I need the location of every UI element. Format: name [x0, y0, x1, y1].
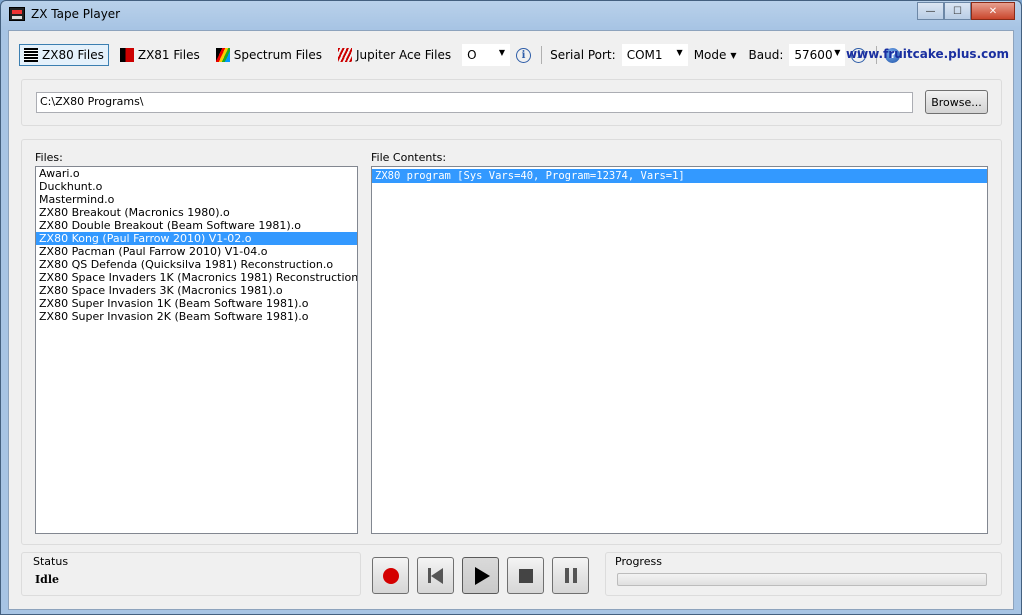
list-item[interactable]: ZX80 Kong (Paul Farrow 2010) V1-02.o	[36, 232, 357, 245]
status-value: Idle	[35, 573, 60, 586]
app-window: ZX Tape Player — ☐ ✕ ZX80 Files ZX81 Fil…	[0, 0, 1022, 615]
client-area: ZX80 Files ZX81 Files Spectrum Files Jup…	[8, 30, 1014, 610]
serial-port-select[interactable]: COM1 ▼	[621, 44, 688, 66]
zx80-icon	[24, 48, 38, 62]
list-item[interactable]: ZX80 Space Invaders 1K (Macronics 1981) …	[36, 271, 357, 284]
files-list[interactable]: Awari.o Duckhunt.o Mastermind.o ZX80 Breako…	[35, 166, 358, 534]
chevron-down-icon: ▼	[498, 48, 506, 57]
chevron-down-icon: ▼	[730, 50, 737, 60]
toolbar-separator	[541, 46, 543, 64]
list-item[interactable]: Duckhunt.o	[36, 180, 357, 193]
list-item[interactable]: ZX80 Breakout (Macronics 1980).o	[36, 206, 357, 219]
spectrum-icon	[215, 48, 230, 62]
list-item[interactable]: ZX80 Double Breakout (Beam Software 1981…	[36, 219, 357, 232]
maximize-button[interactable]: ☐	[944, 2, 971, 20]
pause-button[interactable]	[552, 557, 589, 594]
list-item[interactable]: Awari.o	[36, 167, 357, 180]
stop-button[interactable]	[507, 557, 544, 594]
jupiter-ace-files-label: Jupiter Ace Files	[356, 48, 452, 62]
rewind-button[interactable]	[417, 557, 454, 594]
serial-port-label: Serial Port:	[550, 48, 616, 62]
title-bar[interactable]: ZX Tape Player — ☐ ✕	[1, 1, 1021, 29]
zx81-files-label: ZX81 Files	[137, 48, 200, 62]
pause-icon	[564, 568, 577, 583]
browse-button[interactable]: Browse...	[925, 90, 988, 114]
chevron-down-icon: ▼	[676, 48, 683, 57]
info-icon[interactable]: i	[516, 47, 532, 63]
play-button[interactable]	[462, 557, 499, 594]
file-contents-label: File Contents:	[371, 151, 447, 164]
list-item[interactable]: ZX80 Super Invasion 1K (Beam Software 19…	[36, 297, 357, 310]
file-contents-list[interactable]: ZX80 program [Sys Vars=40, Program=12374…	[371, 166, 988, 534]
zx80-files-button[interactable]: ZX80 Files	[19, 44, 109, 66]
progress-label: Progress	[613, 555, 664, 568]
list-item[interactable]: ZX80 Pacman (Paul Farrow 2010) V1-04.o	[36, 245, 357, 258]
skip-back-icon	[428, 567, 443, 584]
baud-select[interactable]: 57600 ▼	[789, 44, 846, 66]
jupiter-ace-files-button[interactable]: Jupiter Ace Files	[333, 44, 456, 66]
spectrum-files-button[interactable]: Spectrum Files	[211, 44, 327, 66]
minimize-button[interactable]: —	[917, 2, 944, 20]
window-title: ZX Tape Player	[31, 7, 121, 21]
baud-value: 57600	[794, 48, 833, 62]
website-link[interactable]: www.fruitcake.plus.com	[846, 47, 1009, 61]
list-item[interactable]: ZX80 Super Invasion 2K (Beam Software 19…	[36, 310, 357, 323]
spectrum-files-label: Spectrum Files	[233, 48, 323, 62]
status-group	[21, 552, 361, 596]
status-label: Status	[31, 555, 71, 568]
extension-select[interactable]: O ▼	[462, 44, 511, 66]
list-item[interactable]: ZX80 program [Sys Vars=40, Program=12374…	[372, 169, 987, 183]
mode-label: Mode	[693, 48, 727, 62]
window-controls: — ☐ ✕	[917, 2, 1015, 20]
close-button[interactable]: ✕	[971, 2, 1015, 20]
zx81-icon	[119, 48, 134, 62]
path-field[interactable]: C:\ZX80 Programs\	[36, 92, 913, 113]
zx80-files-label: ZX80 Files	[42, 48, 104, 62]
mode-dropdown-button[interactable]: Mode ▼	[694, 48, 737, 62]
toolbar: ZX80 Files ZX81 Files Spectrum Files Jup…	[19, 43, 1009, 67]
chevron-down-icon: ▼	[834, 48, 841, 57]
extension-value: O	[467, 48, 477, 62]
jupiter-ace-icon	[338, 48, 353, 62]
files-label: Files:	[35, 151, 63, 164]
play-icon	[474, 566, 490, 585]
list-item[interactable]: Mastermind.o	[36, 193, 357, 206]
stop-icon	[518, 568, 533, 583]
record-button[interactable]	[372, 557, 409, 594]
zx81-files-button[interactable]: ZX81 Files	[115, 44, 205, 66]
list-item[interactable]: ZX80 QS Defenda (Quicksilva 1981) Recons…	[36, 258, 357, 271]
serial-port-value: COM1	[626, 48, 663, 62]
list-item[interactable]: ZX80 Space Invaders 3K (Macronics 1981).…	[36, 284, 357, 297]
record-icon	[382, 567, 399, 584]
tape-app-icon	[9, 7, 25, 21]
baud-label: Baud:	[748, 48, 784, 62]
progress-bar	[617, 573, 987, 586]
